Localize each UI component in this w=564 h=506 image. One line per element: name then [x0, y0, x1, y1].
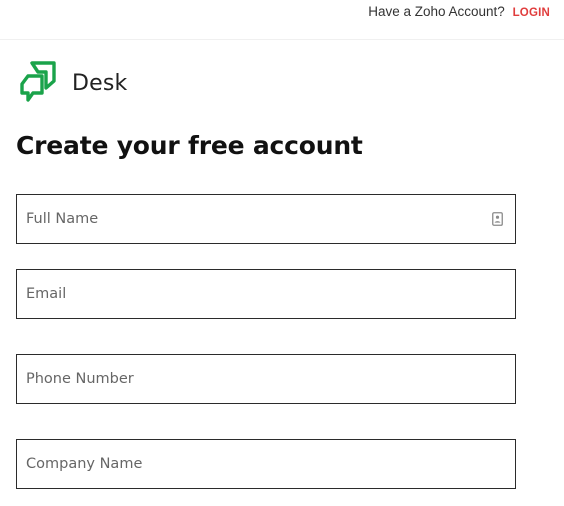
phone-number-field[interactable] — [16, 354, 516, 404]
full-name-input[interactable] — [17, 195, 515, 243]
email-field[interactable] — [16, 269, 516, 319]
zoho-desk-logo-icon — [20, 61, 56, 102]
email-input[interactable] — [17, 270, 515, 318]
have-account-text: Have a Zoho Account? — [368, 4, 505, 19]
brand: Desk — [18, 60, 127, 106]
full-name-field[interactable] — [16, 194, 516, 244]
login-link[interactable]: LOGIN — [513, 7, 550, 19]
contact-card-icon[interactable] — [492, 212, 503, 226]
page-title: Create your free account — [16, 131, 363, 160]
signup-page: Have a Zoho Account? LOGIN Desk Create y… — [0, 0, 564, 506]
phone-number-input[interactable] — [17, 355, 515, 403]
company-name-input[interactable] — [17, 440, 515, 488]
brand-name: Desk — [72, 70, 128, 96]
top-bar: Have a Zoho Account? LOGIN — [0, 0, 564, 40]
company-name-field[interactable] — [16, 439, 516, 489]
account-prompt: Have a Zoho Account? LOGIN — [368, 4, 550, 19]
